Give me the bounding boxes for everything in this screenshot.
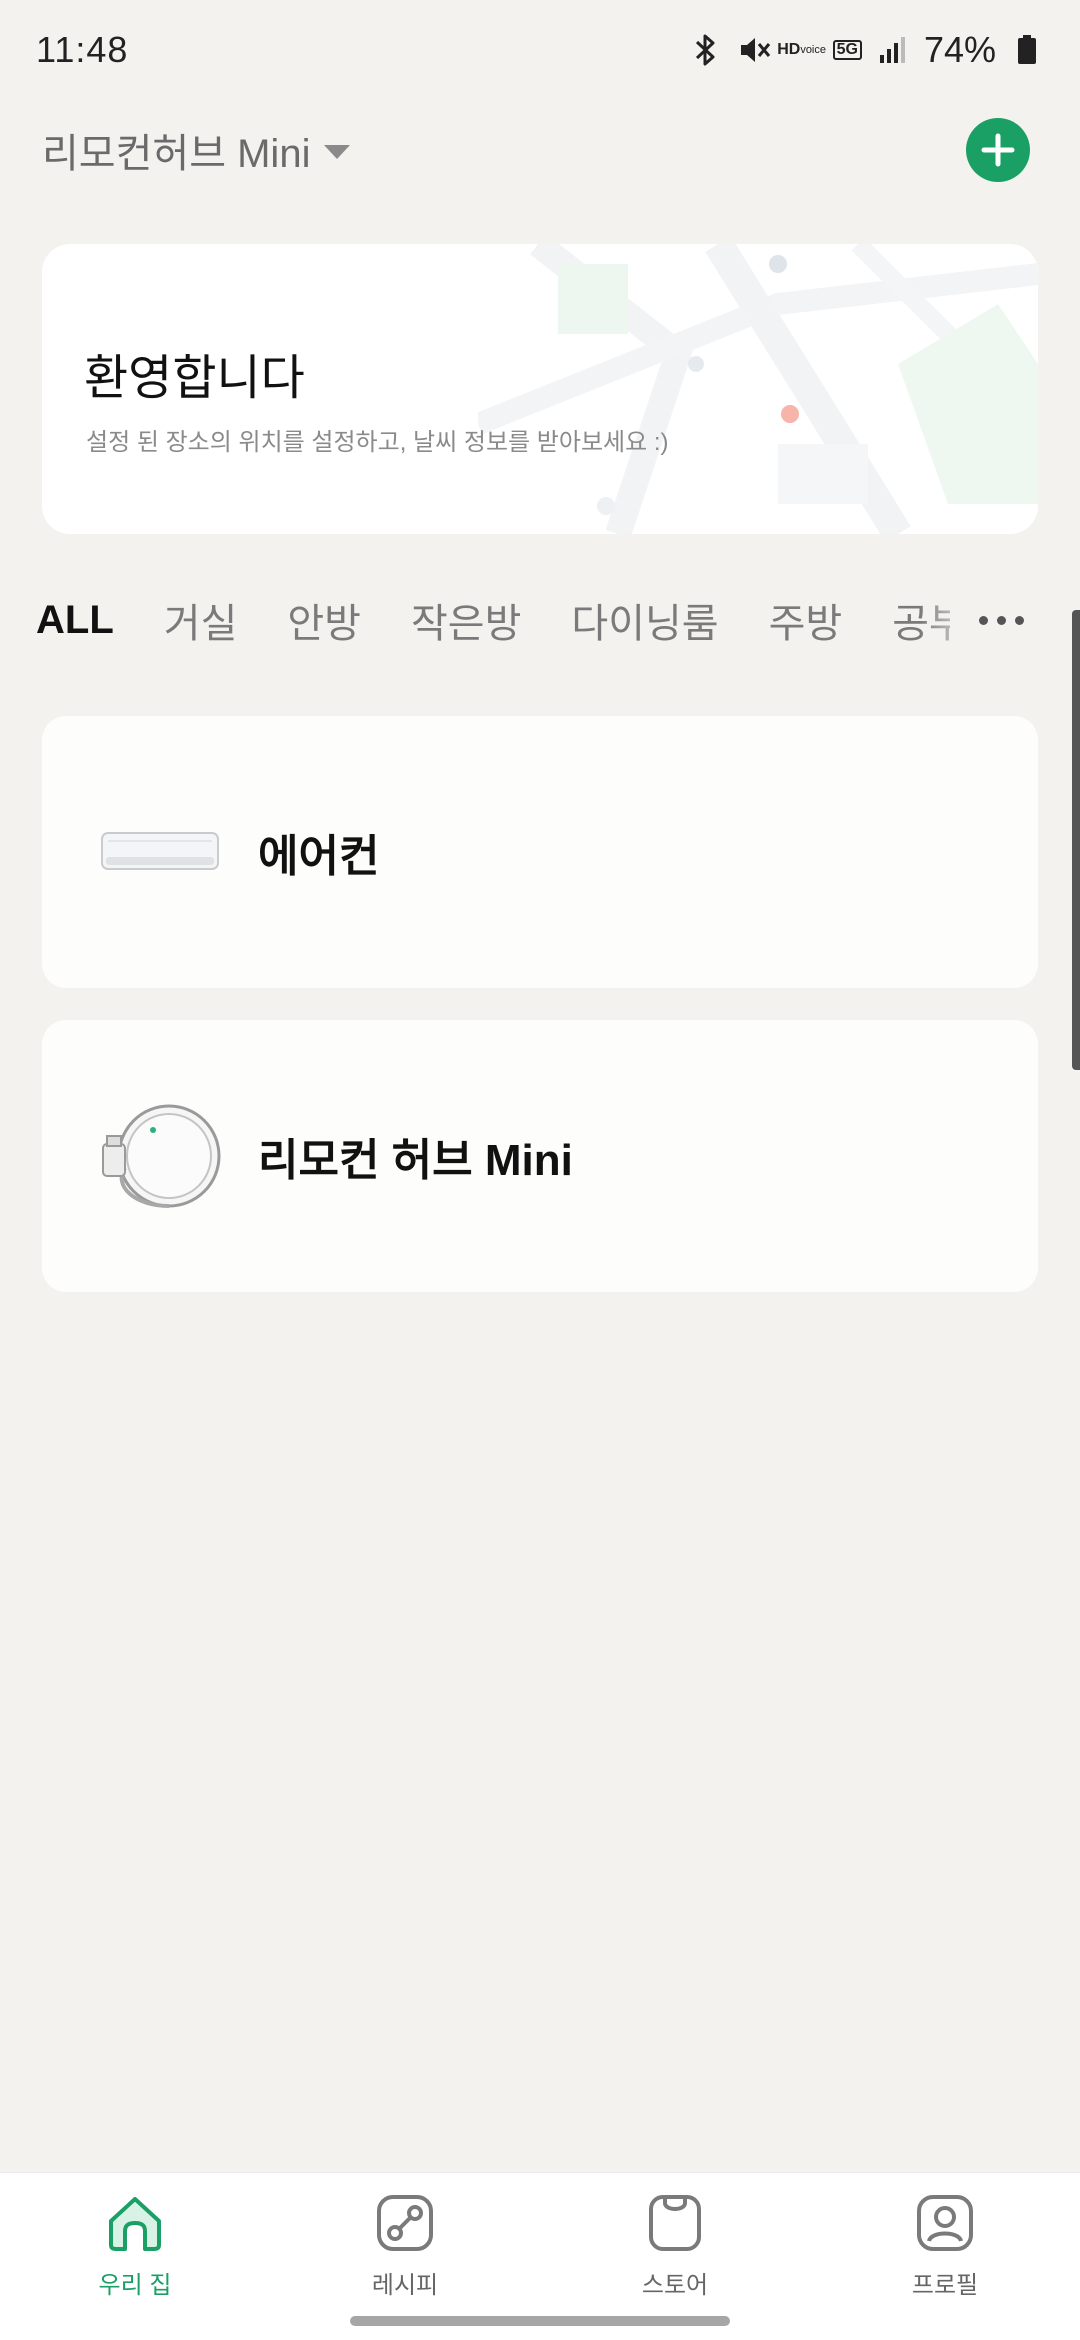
status-bar: 11:48 HD voice 5G 74%	[0, 0, 1080, 100]
map-illustration	[478, 244, 1038, 534]
more-dot-icon	[1015, 615, 1024, 625]
device-name: 에어컨	[258, 832, 380, 881]
network-type-icon: 5G	[832, 40, 862, 60]
store-icon	[649, 2195, 701, 2251]
hub-selector[interactable]: 리모컨허브 Mini	[42, 121, 351, 179]
nav-label: 우리 집	[98, 2272, 172, 2299]
nav-item-store[interactable]: 스토어	[575, 2173, 775, 2340]
tab-all[interactable]: ALL	[36, 598, 114, 643]
app-screen: 11:48 HD voice 5G 74% 리모컨허브 Mini 환영합니다 설…	[0, 0, 1080, 2340]
signal-icon	[876, 33, 910, 67]
nav-label: 스토어	[641, 2272, 709, 2299]
hub-title: 리모컨허브 Mini	[42, 132, 311, 176]
battery-icon	[1010, 33, 1044, 67]
plus-icon	[981, 133, 1015, 167]
status-icons: HD voice 5G 74%	[689, 29, 1044, 71]
tab-kitchen[interactable]: 주방	[769, 591, 843, 649]
profile-icon	[917, 2195, 973, 2251]
device-card-remote-hub[interactable]: 리모컨 허브 Mini	[42, 1020, 1038, 1292]
status-time: 11:48	[36, 29, 129, 70]
welcome-subtitle: 설정 된 장소의 위치를 설정하고, 날씨 정보를 받아보세요 :)	[86, 429, 669, 456]
tab-fade	[920, 580, 980, 660]
tab-master-bedroom[interactable]: 안방	[287, 591, 361, 649]
more-dot-icon	[997, 615, 1006, 625]
hd-voice-icon: HD voice	[777, 33, 826, 67]
remote-hub-mini-icon	[92, 1096, 228, 1216]
air-conditioner-icon	[92, 792, 228, 912]
hd-sub-label: voice	[800, 44, 826, 56]
bottom-navigation: 우리 집 레시피 스토어 프로필	[0, 2172, 1080, 2340]
home-icon	[109, 2197, 161, 2251]
room-tabs: ALL 거실 안방 작은방 다이닝룸 주방 공부	[0, 580, 1080, 660]
device-card-air-conditioner[interactable]: 에어컨	[42, 716, 1038, 988]
recipe-icon	[377, 2195, 433, 2251]
bluetooth-icon	[689, 33, 723, 67]
nav-label: 레시피	[371, 2272, 439, 2299]
tab-dining-room[interactable]: 다이닝룸	[571, 591, 718, 649]
room-tab-list: ALL 거실 안방 작은방 다이닝룸 주방 공부	[0, 591, 950, 649]
nav-label: 프로필	[911, 2272, 979, 2299]
welcome-title: 환영합니다	[84, 352, 305, 405]
more-dot-icon	[979, 615, 988, 625]
tab-living-room[interactable]: 거실	[164, 591, 238, 649]
hd-label: HD	[777, 41, 801, 58]
nav-item-profile[interactable]: 프로필	[845, 2173, 1045, 2340]
tab-small-room[interactable]: 작은방	[411, 591, 521, 649]
device-name: 리모컨 허브 Mini	[258, 1136, 573, 1185]
nav-item-recipe[interactable]: 레시피	[305, 2173, 505, 2340]
caret-down-icon	[324, 145, 351, 159]
welcome-card[interactable]: 환영합니다 설정 된 장소의 위치를 설정하고, 날씨 정보를 받아보세요 :)	[42, 244, 1038, 534]
more-tabs-button[interactable]	[979, 580, 1024, 660]
mute-icon	[737, 33, 771, 67]
edge-panel-handle[interactable]	[1072, 610, 1080, 1070]
header: 리모컨허브 Mini	[0, 110, 1080, 190]
nav-item-home[interactable]: 우리 집	[35, 2173, 235, 2340]
home-indicator[interactable]	[350, 2316, 730, 2326]
battery-percent: 74%	[923, 29, 996, 70]
add-device-button[interactable]	[966, 118, 1030, 182]
